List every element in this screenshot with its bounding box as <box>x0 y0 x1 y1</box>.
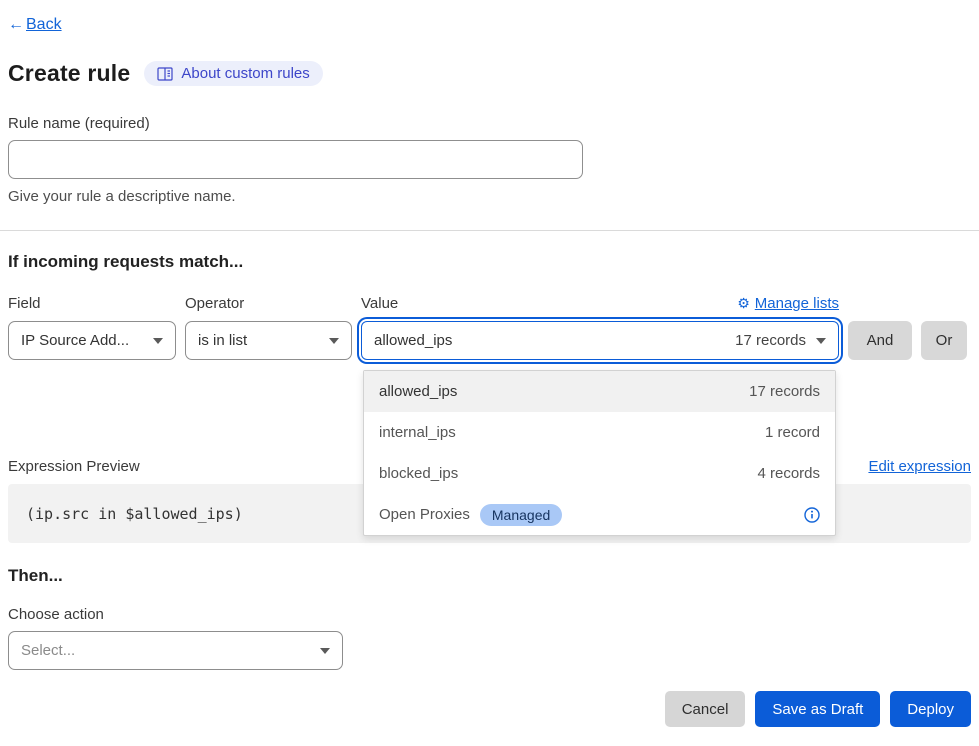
list-option-name: blocked_ips <box>379 465 458 482</box>
back-label: Back <box>26 16 62 34</box>
cancel-button[interactable]: Cancel <box>665 691 746 727</box>
chevron-down-icon <box>320 648 330 654</box>
edit-expression-label: Edit expression <box>868 458 971 475</box>
expression-code: (ip.src in $allowed_ips) <box>26 505 243 523</box>
gear-icon: ⚙ <box>737 297 750 311</box>
rule-name-label: Rule name (required) <box>8 115 971 132</box>
list-option-open-proxies[interactable]: Open Proxies Managed <box>364 494 835 535</box>
list-option-name: internal_ips <box>379 424 456 441</box>
action-select-placeholder: Select... <box>21 642 75 659</box>
back-link[interactable]: ←Back <box>8 16 62 34</box>
operator-select[interactable]: is in list <box>185 321 352 360</box>
managed-badge: Managed <box>480 504 562 526</box>
action-select[interactable]: Select... <box>8 631 343 670</box>
condition-row: Field Operator Value ⚙ Manage lists IP S… <box>8 295 971 360</box>
operator-label: Operator <box>185 295 352 312</box>
field-select[interactable]: IP Source Add... <box>8 321 176 360</box>
back-arrow-icon: ← <box>8 16 24 34</box>
edit-expression-link[interactable]: Edit expression <box>868 458 971 475</box>
chevron-down-icon <box>153 338 163 344</box>
list-option-records: 4 records <box>757 465 820 482</box>
field-select-value: IP Source Add... <box>21 332 129 349</box>
list-option-name: Open Proxies <box>379 506 470 523</box>
field-label: Field <box>8 295 176 312</box>
section-divider <box>0 230 979 231</box>
deploy-button[interactable]: Deploy <box>890 691 971 727</box>
manage-lists-link[interactable]: ⚙ Manage lists <box>737 295 839 312</box>
save-as-draft-button[interactable]: Save as Draft <box>755 691 880 727</box>
page-title: Create rule <box>8 60 130 87</box>
then-section-heading: Then... <box>8 566 971 586</box>
list-option-internal-ips[interactable]: internal_ips 1 record <box>364 412 835 453</box>
about-custom-rules-link[interactable]: About custom rules <box>144 61 322 86</box>
info-icon[interactable] <box>804 507 820 523</box>
list-option-blocked-ips[interactable]: blocked_ips 4 records <box>364 453 835 494</box>
value-combobox[interactable]: allowed_ips 17 records <box>361 321 839 360</box>
rule-name-helper: Give your rule a descriptive name. <box>8 188 971 205</box>
operator-select-value: is in list <box>198 332 247 349</box>
manage-lists-label: Manage lists <box>755 295 839 312</box>
match-section-heading: If incoming requests match... <box>8 252 971 272</box>
about-custom-rules-label: About custom rules <box>181 65 309 82</box>
create-rule-page: ←Back Create rule About custom rules Rul… <box>0 0 979 746</box>
and-button[interactable]: And <box>848 321 912 360</box>
list-option-name: allowed_ips <box>379 383 457 400</box>
list-option-records: 17 records <box>749 383 820 400</box>
list-option-allowed-ips[interactable]: allowed_ips 17 records <box>364 371 835 412</box>
value-label: Value <box>361 295 398 312</box>
expression-preview-label: Expression Preview <box>8 458 140 475</box>
or-button[interactable]: Or <box>921 321 967 360</box>
rule-name-input[interactable] <box>8 140 583 179</box>
list-dropdown: allowed_ips 17 records internal_ips 1 re… <box>363 370 836 536</box>
book-icon <box>157 67 173 81</box>
footer-actions: Cancel Save as Draft Deploy <box>8 691 971 746</box>
value-combobox-value: allowed_ips <box>374 332 452 349</box>
choose-action-label: Choose action <box>8 606 971 623</box>
list-option-records: 1 record <box>765 424 820 441</box>
chevron-down-icon <box>329 338 339 344</box>
chevron-down-icon <box>816 338 826 344</box>
value-records-count: 17 records <box>735 332 806 349</box>
